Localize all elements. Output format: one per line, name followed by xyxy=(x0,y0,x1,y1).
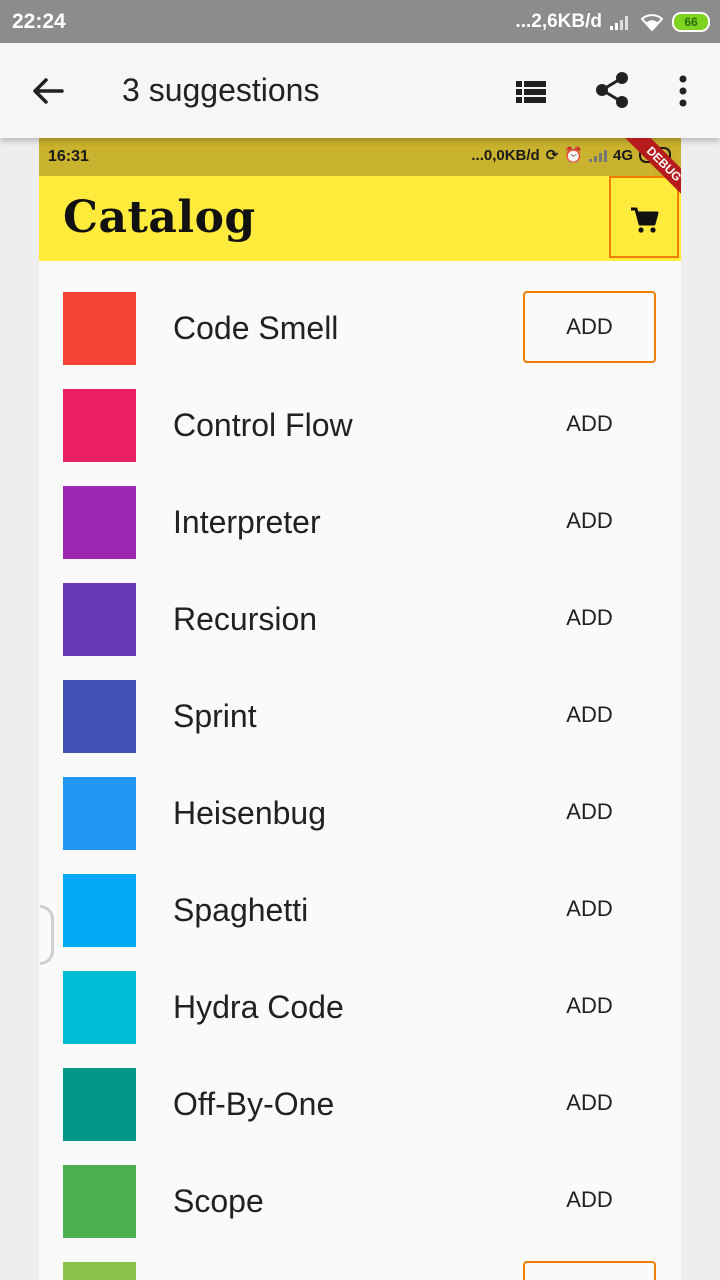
list-item: Hydra Code ADD xyxy=(39,940,681,1044)
status-time: 22:24 xyxy=(12,10,66,33)
item-name: Spaghetti xyxy=(173,892,309,928)
catalog-header: Catalog xyxy=(39,176,681,261)
list-item: Spaghetti ADD xyxy=(39,843,681,947)
item-color-swatch xyxy=(63,777,136,850)
item-name: Recursion xyxy=(173,601,318,637)
item-color-swatch xyxy=(63,583,136,656)
app-signal-icon xyxy=(588,149,607,162)
item-name: Sprint xyxy=(173,698,257,734)
item-name: Code Smell xyxy=(173,310,339,346)
wifi-icon xyxy=(640,14,664,31)
add-button[interactable]: ADD xyxy=(523,1067,656,1139)
add-button[interactable] xyxy=(523,1261,656,1280)
item-color-swatch xyxy=(63,1262,136,1280)
add-button[interactable]: ADD xyxy=(523,776,656,848)
item-color-swatch xyxy=(63,1068,136,1141)
net-type: 4G xyxy=(612,146,633,164)
add-button[interactable]: ADD xyxy=(523,970,656,1042)
add-button[interactable]: ADD xyxy=(523,582,656,654)
add-button[interactable]: ADD xyxy=(523,679,656,751)
app-preview: 16:31 ...0,0KB/d ⟳ ⏰ 4G 69 Catalog DEBUG… xyxy=(39,138,681,1280)
battery-icon: 66 xyxy=(672,12,710,32)
item-name: Hydra Code xyxy=(173,989,344,1025)
app-network-speed: ...0,0KB/d xyxy=(471,146,540,164)
add-button[interactable]: ADD xyxy=(523,485,656,557)
device-status-bar: 22:24 ...2,6KB/d 66 xyxy=(0,0,720,43)
add-button[interactable]: ADD xyxy=(523,1164,656,1236)
share-icon[interactable] xyxy=(592,69,632,111)
network-speed: ...2,6KB/d xyxy=(515,11,602,32)
alarm-icon: ⏰ xyxy=(564,147,583,164)
item-color-swatch xyxy=(63,292,136,365)
edge-handle[interactable] xyxy=(40,905,54,965)
app-bar: 3 suggestions xyxy=(0,43,720,138)
signal-icon xyxy=(610,16,628,30)
more-vert-icon[interactable] xyxy=(670,71,696,111)
item-color-swatch xyxy=(63,874,136,947)
item-color-swatch xyxy=(63,971,136,1044)
item-color-swatch xyxy=(63,680,136,753)
list-item: Heisenbug ADD xyxy=(39,746,681,850)
item-name: Control Flow xyxy=(173,407,353,443)
add-button[interactable]: ADD xyxy=(523,291,656,363)
shopping-cart-icon xyxy=(631,207,659,233)
cart-button[interactable] xyxy=(609,176,679,258)
list-item: Sprint ADD xyxy=(39,649,681,753)
catalog-title: Catalog xyxy=(63,192,256,243)
list-item: Recursion ADD xyxy=(39,552,681,656)
app-status-bar: 16:31 ...0,0KB/d ⟳ ⏰ 4G 69 xyxy=(39,138,681,176)
item-name: Heisenbug xyxy=(173,795,326,831)
item-name: Off-By-One xyxy=(173,1086,335,1122)
item-color-swatch xyxy=(63,1165,136,1238)
item-color-swatch xyxy=(63,389,136,462)
add-button[interactable]: ADD xyxy=(523,873,656,945)
list-item: Interpreter ADD xyxy=(39,455,681,559)
back-arrow-icon[interactable] xyxy=(28,71,68,111)
list-item: Off-By-One ADD xyxy=(39,1037,681,1141)
app-status-time: 16:31 xyxy=(48,148,89,165)
sync-icon: ⟳ xyxy=(545,147,559,164)
list-item: Code Smell ADD xyxy=(39,261,681,365)
list-item: Control Flow ADD xyxy=(39,358,681,462)
item-name: Interpreter xyxy=(173,504,321,540)
page-title: 3 suggestions xyxy=(122,72,320,108)
list-item xyxy=(39,1231,681,1280)
item-color-swatch xyxy=(63,486,136,559)
list-item: Scope ADD xyxy=(39,1134,681,1238)
add-button[interactable]: ADD xyxy=(523,388,656,460)
item-name: Scope xyxy=(173,1183,264,1219)
list-view-icon[interactable] xyxy=(512,73,550,111)
